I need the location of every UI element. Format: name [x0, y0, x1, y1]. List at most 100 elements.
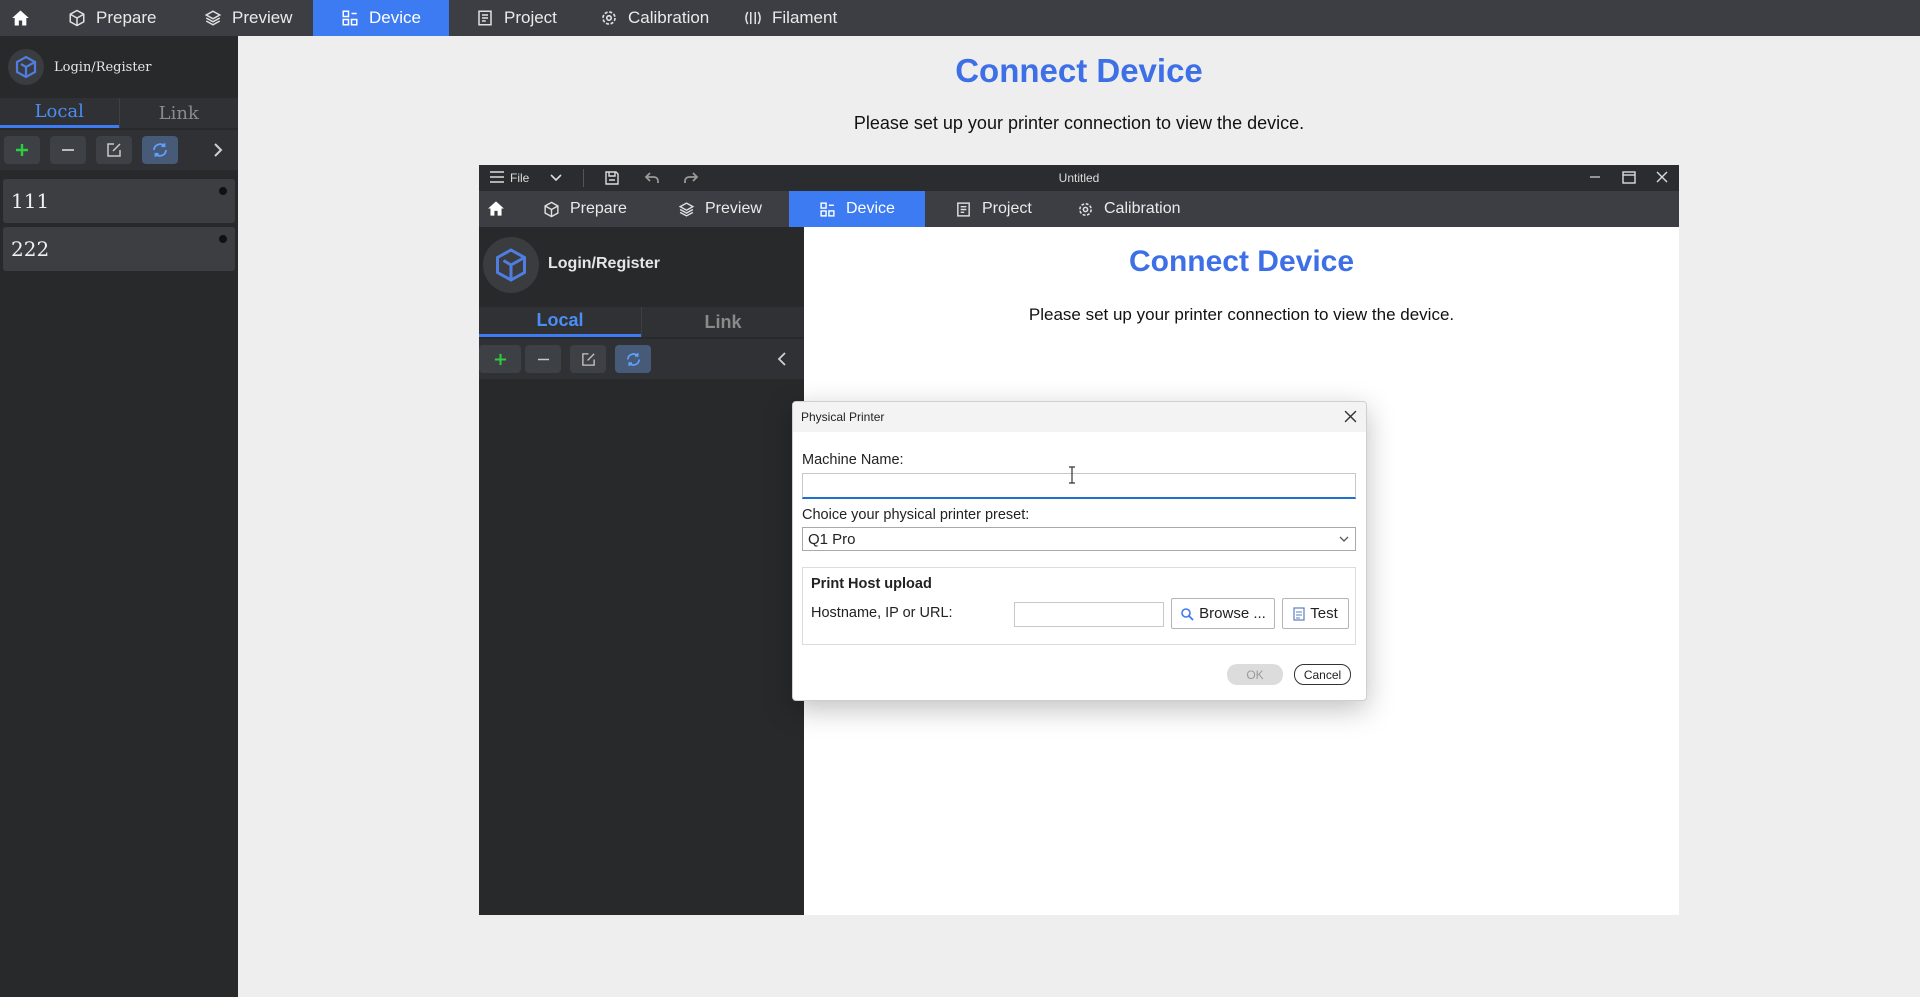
tab-label: Device [369, 8, 421, 27]
minus-icon [62, 149, 74, 151]
project-icon [476, 9, 494, 27]
dialog-title: Physical Printer [801, 410, 885, 424]
chevron-left-icon[interactable] [777, 352, 787, 366]
edit-printer-button[interactable] [96, 136, 132, 164]
test-button[interactable]: Test [1282, 598, 1349, 629]
inner-tab-project[interactable]: Project [941, 191, 1061, 227]
tab-label: Prepare [96, 8, 157, 27]
printer-name: 111 [11, 189, 50, 213]
inner-sidebar-toolbar [479, 339, 804, 379]
tab-preview[interactable]: Preview [190, 0, 310, 36]
document-icon [1293, 606, 1305, 621]
tab-calibration[interactable]: Calibration [586, 0, 716, 36]
tab-local[interactable]: Local [0, 98, 119, 128]
layers-icon [678, 201, 695, 218]
inner-tab-calibration[interactable]: Calibration [1063, 191, 1193, 227]
dialog-header: Physical Printer [793, 402, 1366, 432]
tab-project[interactable]: Project [462, 0, 582, 36]
status-dot [219, 235, 227, 243]
home-icon[interactable] [10, 8, 31, 28]
tab-label: Prepare [570, 200, 627, 217]
inner-tab-preview[interactable]: Preview [664, 191, 784, 227]
remove-printer-button[interactable] [525, 345, 561, 373]
tab-link[interactable]: Link [120, 98, 239, 128]
login-register[interactable]: Login/Register [0, 36, 238, 98]
preset-label: Choice your physical printer preset: [802, 507, 1030, 523]
inner-page-title: Connect Device [1128, 245, 1355, 278]
edit-printer-button[interactable] [570, 345, 606, 373]
tab-label: Project [982, 200, 1032, 217]
chevron-right-icon[interactable] [212, 142, 224, 158]
browse-label: Browse ... [1199, 605, 1266, 622]
printer-list-item[interactable]: 111 [3, 179, 235, 223]
home-icon[interactable] [486, 199, 506, 218]
sidebar-tabs: Local Link [0, 98, 238, 128]
sidebar-toolbar [0, 130, 238, 170]
tab-filament[interactable]: Filament [730, 0, 850, 36]
inner-page-subtitle: Please set up your printer connection to… [1028, 305, 1455, 324]
maximize-icon[interactable] [1622, 171, 1636, 184]
cube-icon [68, 9, 86, 27]
tab-label: Filament [772, 8, 838, 27]
refresh-button[interactable] [142, 136, 178, 164]
window-titlebar: File Untitled [479, 165, 1679, 191]
tab-link[interactable]: Link [642, 307, 804, 337]
avatar [8, 49, 44, 85]
plus-icon [494, 353, 506, 365]
printer-list-item[interactable]: 222 [3, 227, 235, 271]
inner-sidebar: Login/Register Local Link [479, 227, 804, 915]
login-label[interactable]: Login/Register [548, 255, 660, 273]
tab-prepare[interactable]: Prepare [54, 0, 174, 36]
layers-icon [204, 9, 222, 27]
print-host-group: Print Host upload Hostname, IP or URL: B… [802, 567, 1356, 645]
inner-tab-device[interactable]: Device [789, 191, 925, 227]
text-cursor-icon [1067, 466, 1077, 484]
add-printer-button[interactable] [479, 345, 521, 373]
printer-name: 222 [11, 237, 50, 261]
status-dot [219, 187, 227, 195]
refresh-button[interactable] [615, 345, 651, 373]
hostname-input[interactable] [1014, 602, 1164, 627]
project-icon [955, 201, 972, 218]
tab-label: Preview [232, 8, 293, 27]
machine-name-input[interactable] [802, 473, 1356, 499]
device-icon [341, 9, 359, 27]
hostname-label: Hostname, IP or URL: [811, 605, 953, 621]
cube-icon [543, 201, 560, 218]
physical-printer-dialog: Physical Printer Machine Name: Choice yo… [792, 401, 1367, 701]
tab-local[interactable]: Local [479, 307, 641, 337]
minimize-icon[interactable] [1589, 171, 1601, 183]
preset-value: Q1 Pro [808, 530, 856, 548]
remove-printer-button[interactable] [50, 136, 86, 164]
edit-icon [581, 352, 595, 366]
minus-icon [537, 358, 549, 360]
machine-name-label: Machine Name: [802, 452, 904, 468]
page-subtitle: Please set up your printer connection to… [853, 113, 1305, 133]
filament-icon [744, 9, 762, 27]
chevron-down-icon [1339, 536, 1349, 543]
tab-label: Calibration [1104, 200, 1181, 217]
gear-icon [1077, 201, 1094, 218]
cancel-button[interactable]: Cancel [1294, 664, 1351, 685]
group-title: Print Host upload [811, 576, 932, 592]
page-title: Connect Device [955, 52, 1203, 89]
browse-button[interactable]: Browse ... [1171, 598, 1275, 629]
tab-label: Project [504, 8, 557, 27]
refresh-icon [153, 143, 167, 157]
device-icon [819, 201, 836, 218]
close-icon[interactable] [1656, 171, 1668, 183]
avatar[interactable] [483, 237, 539, 293]
edit-icon [107, 143, 121, 157]
inner-nav-bar: Prepare Preview Device Project Calibrati… [479, 191, 1679, 227]
tab-device[interactable]: Device [313, 0, 449, 36]
search-icon [1181, 607, 1194, 621]
add-printer-button[interactable] [4, 136, 40, 164]
close-icon[interactable] [1344, 410, 1357, 423]
tab-label: Device [846, 200, 895, 217]
inner-tab-prepare[interactable]: Prepare [529, 191, 649, 227]
ok-button[interactable]: OK [1227, 664, 1283, 685]
printer-preset-select[interactable]: Q1 Pro [802, 527, 1356, 551]
top-nav-bar: Prepare Preview Device Project Calibrati… [0, 0, 1920, 36]
login-label: Login/Register [54, 59, 152, 75]
window-title: Untitled [1058, 171, 1100, 185]
